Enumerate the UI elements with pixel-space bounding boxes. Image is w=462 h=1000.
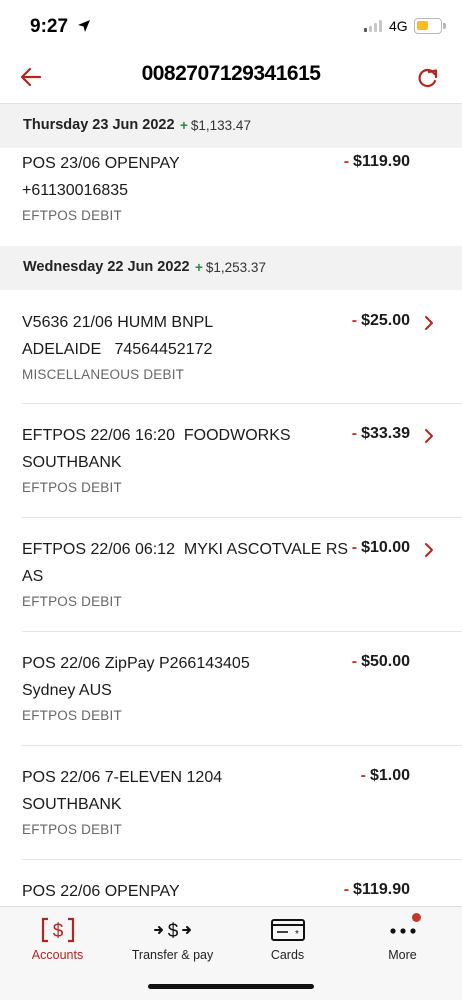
row-divider (22, 517, 462, 518)
notification-badge (412, 913, 421, 922)
nav-label: Transfer & pay (131, 948, 214, 962)
transaction-desc-line1: EFTPOS 22/06 06:12 MYKI ASCOTVALE RS (22, 541, 349, 558)
transaction-desc-line1: EFTPOS 22/06 16:20 FOODWORKS (22, 427, 291, 444)
date-header: Thursday 23 Jun 2022 + $1,133.47 (0, 104, 462, 148)
transaction-desc-line2: ADELAIDE 74564452172 (22, 341, 213, 358)
transaction-row[interactable]: EFTPOS 22/06 16:20 FOODWORKS SOUTHBANK E… (0, 422, 462, 518)
minus-sign: - (360, 767, 366, 784)
transaction-description: POS 22/06 7-ELEVEN 1204 SOUTHBANK (22, 764, 332, 818)
daily-balance-value: $1,133.47 (190, 118, 251, 133)
nav-label: More (388, 948, 417, 962)
daily-balance-value: $1,253.37 (205, 260, 266, 275)
refresh-icon[interactable] (416, 64, 440, 90)
svg-text:$: $ (52, 921, 63, 942)
transaction-description: POS 23/06 OPENPAY +61130016835 (22, 150, 332, 204)
transaction-row[interactable]: V5636 21/06 HUMM BNPL ADELAIDE 745644521… (0, 309, 462, 404)
status-bar: 9:27 4G (0, 0, 462, 50)
transaction-amount-value: $119.90 (353, 881, 410, 898)
plus-sign: + (195, 260, 203, 275)
minus-sign: - (351, 653, 358, 670)
transaction-amount: - $119.90 (344, 881, 410, 899)
row-divider (22, 859, 462, 860)
signal-icon (364, 20, 384, 32)
transaction-desc-line1: POS 22/06 OPENPAY (22, 883, 180, 900)
transaction-description: EFTPOS 22/06 16:20 FOODWORKS SOUTHBANK (22, 422, 332, 476)
transaction-desc-line2: SOUTHBANK (22, 454, 122, 471)
transaction-type: EFTPOS DEBIT (22, 822, 122, 837)
daily-balance: + $1,133.47 (180, 118, 251, 133)
nav-more[interactable]: More (345, 907, 460, 977)
accounts-icon: $ (0, 915, 115, 945)
transaction-desc-line2: Sydney AUS (22, 682, 112, 699)
transaction-type: EFTPOS DEBIT (22, 480, 122, 495)
transaction-description: EFTPOS 22/06 06:12 MYKI ASCOTVALE RS AS (22, 536, 349, 590)
chevron-right-icon (425, 543, 433, 557)
transaction-desc-line1: POS 22/06 7-ELEVEN 1204 (22, 769, 223, 786)
minus-sign: - (351, 425, 358, 442)
transaction-amount-value: $119.90 (353, 153, 410, 170)
transaction-amount: - $25.00 (352, 312, 410, 330)
transaction-amount-value: $10.00 (361, 539, 410, 556)
card-icon: * (230, 915, 345, 945)
transaction-desc-line2: +61130016835 (22, 182, 129, 199)
minus-sign: - (351, 539, 358, 556)
transaction-description: POS 22/06 OPENPAY (22, 878, 332, 905)
header: 0082707129341615 (0, 50, 462, 104)
transaction-row[interactable]: POS 22/06 7-ELEVEN 1204 SOUTHBANK EFTPOS… (0, 764, 462, 860)
transaction-row[interactable]: EFTPOS 22/06 06:12 MYKI ASCOTVALE RS AS … (0, 536, 462, 632)
home-indicator (148, 984, 314, 989)
minus-sign: - (343, 153, 350, 170)
transaction-type: EFTPOS DEBIT (22, 594, 122, 609)
row-divider (22, 745, 462, 746)
account-number-title: 0082707129341615 (141, 62, 321, 85)
date-header: Wednesday 22 Jun 2022 + $1,253.37 (0, 246, 462, 290)
row-divider (22, 631, 462, 632)
transaction-amount: - $1.00 (361, 767, 410, 785)
nav-label: Accounts (31, 948, 84, 962)
nav-label: Cards (270, 948, 305, 962)
transaction-type: EFTPOS DEBIT (22, 708, 122, 723)
chevron-right-icon (425, 316, 433, 330)
daily-balance: + $1,253.37 (195, 260, 266, 275)
status-time: 9:27 (30, 16, 69, 37)
transaction-row[interactable]: POS 22/06 ZipPay P266143405 Sydney AUS E… (0, 650, 462, 746)
battery-icon (414, 18, 446, 34)
transaction-amount: - $119.90 (344, 153, 410, 171)
minus-sign: - (343, 881, 350, 898)
nav-accounts[interactable]: $ Accounts (0, 907, 115, 977)
date-label: Thursday 23 Jun 2022 (23, 117, 175, 133)
transaction-type: MISCELLANEOUS DEBIT (22, 367, 185, 382)
transaction-amount-value: $33.39 (361, 425, 410, 442)
transaction-amount-value: $25.00 (361, 312, 410, 329)
plus-sign: + (180, 118, 188, 133)
network-label: 4G (389, 18, 408, 34)
transaction-row[interactable]: POS 22/06 OPENPAY - $119.90 (0, 878, 462, 906)
transaction-amount-value: $50.00 (361, 653, 410, 670)
svg-text:$: $ (167, 921, 178, 942)
transaction-desc-line1: POS 22/06 ZipPay P266143405 (22, 655, 250, 672)
transaction-amount-value: $1.00 (369, 767, 410, 784)
transaction-type: EFTPOS DEBIT (22, 208, 122, 223)
transfer-icon: $ (115, 915, 230, 945)
location-arrow-icon (78, 20, 90, 32)
transaction-description: V5636 21/06 HUMM BNPL ADELAIDE 745644521… (22, 309, 332, 363)
transaction-amount: - $33.39 (352, 425, 410, 443)
transaction-desc-line1: POS 23/06 OPENPAY (22, 155, 180, 172)
svg-text:*: * (295, 929, 299, 940)
row-divider (22, 403, 462, 404)
transaction-desc-line2: AS (22, 568, 44, 585)
transaction-desc-line1: V5636 21/06 HUMM BNPL (22, 314, 214, 331)
transaction-description: POS 22/06 ZipPay P266143405 Sydney AUS (22, 650, 332, 704)
transaction-row[interactable]: POS 23/06 OPENPAY +61130016835 EFTPOS DE… (0, 150, 462, 246)
nav-cards[interactable]: * Cards (230, 907, 345, 977)
transaction-amount: - $10.00 (352, 539, 410, 557)
more-icon (345, 915, 460, 945)
transaction-desc-line2: SOUTHBANK (22, 796, 122, 813)
transaction-amount: - $50.00 (352, 653, 410, 671)
nav-transfer-pay[interactable]: $ Transfer & pay (115, 907, 230, 977)
chevron-right-icon (425, 429, 433, 443)
date-label: Wednesday 22 Jun 2022 (23, 259, 190, 275)
minus-sign: - (351, 312, 358, 329)
